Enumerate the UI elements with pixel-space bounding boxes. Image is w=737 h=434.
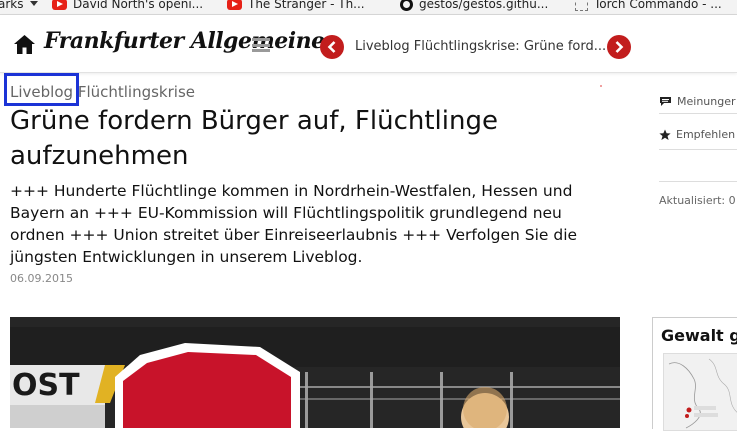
bookmark-label: The Stranger - Th... [248,0,365,11]
rail-divider [659,149,737,150]
hamburger-menu-icon[interactable] [252,38,270,52]
kicker-topic[interactable]: Flüchtlingskrise [78,83,195,101]
article-headline: Grüne fordern Bürger auf, Flüchtlinge au… [10,106,498,171]
youtube-icon [227,0,242,10]
ad-marker [600,85,602,87]
home-icon[interactable] [14,35,35,54]
related-widget[interactable]: Gewalt ge [652,317,737,431]
star-icon [659,129,671,140]
article-teaser: +++ Hunderte Flüchtlinge kommen in Nordr… [10,182,578,266]
rail-divider [659,181,737,182]
comments-link[interactable]: Meinunger [659,95,736,108]
youtube-icon [52,0,67,10]
bookmark-item[interactable]: The Stranger - Th... [227,0,365,11]
bookmark-folder[interactable]: arks [0,0,38,11]
bookmark-item[interactable]: gestos/gestos.githu... [400,0,548,11]
bookmark-item[interactable]: David North's openi... [52,0,203,11]
svg-text:OST: OST [12,368,80,403]
selection-highlight-box [4,73,79,106]
widget-map-thumbnail[interactable] [663,353,737,431]
comments-label: Meinunger [677,95,736,108]
chevron-left-icon [327,41,336,53]
bookmark-folder-label: arks [0,0,24,11]
widget-title: Gewalt ge [661,326,737,345]
chevron-right-icon [615,41,624,53]
recommend-link[interactable]: Empfehlen [659,128,735,141]
github-icon [400,0,413,11]
bookmark-label: Torch Commando - ... [594,0,722,11]
bookmark-item[interactable]: Torch Commando - ... [575,0,722,11]
site-logo[interactable]: Frankfurter Allgemeine [44,28,325,54]
page-icon [575,0,588,11]
map-graphic [668,358,737,429]
previous-article-button[interactable] [320,35,344,59]
bookmarks-bar: arks David North's openi... The Stranger… [0,0,737,15]
speech-bubble-icon [660,97,671,106]
bookmark-label: David North's openi... [73,0,204,11]
bookmark-label: gestos/gestos.githu... [419,0,549,11]
next-article-button[interactable] [607,35,631,59]
rail-divider [659,113,737,114]
article-hero-image[interactable]: OST [10,317,620,428]
site-header: Frankfurter Allgemeine Liveblog Flüchtli… [0,15,737,73]
recommend-label: Empfehlen [676,128,736,141]
hero-photo: OST [10,317,620,428]
updated-timestamp: Aktualisiert: 0 [659,194,736,207]
current-article-title[interactable]: Liveblog Flüchtlingskrise: Grüne ford... [355,39,606,54]
article-date: 06.09.2015 [10,272,73,285]
chevron-down-icon [29,1,38,6]
